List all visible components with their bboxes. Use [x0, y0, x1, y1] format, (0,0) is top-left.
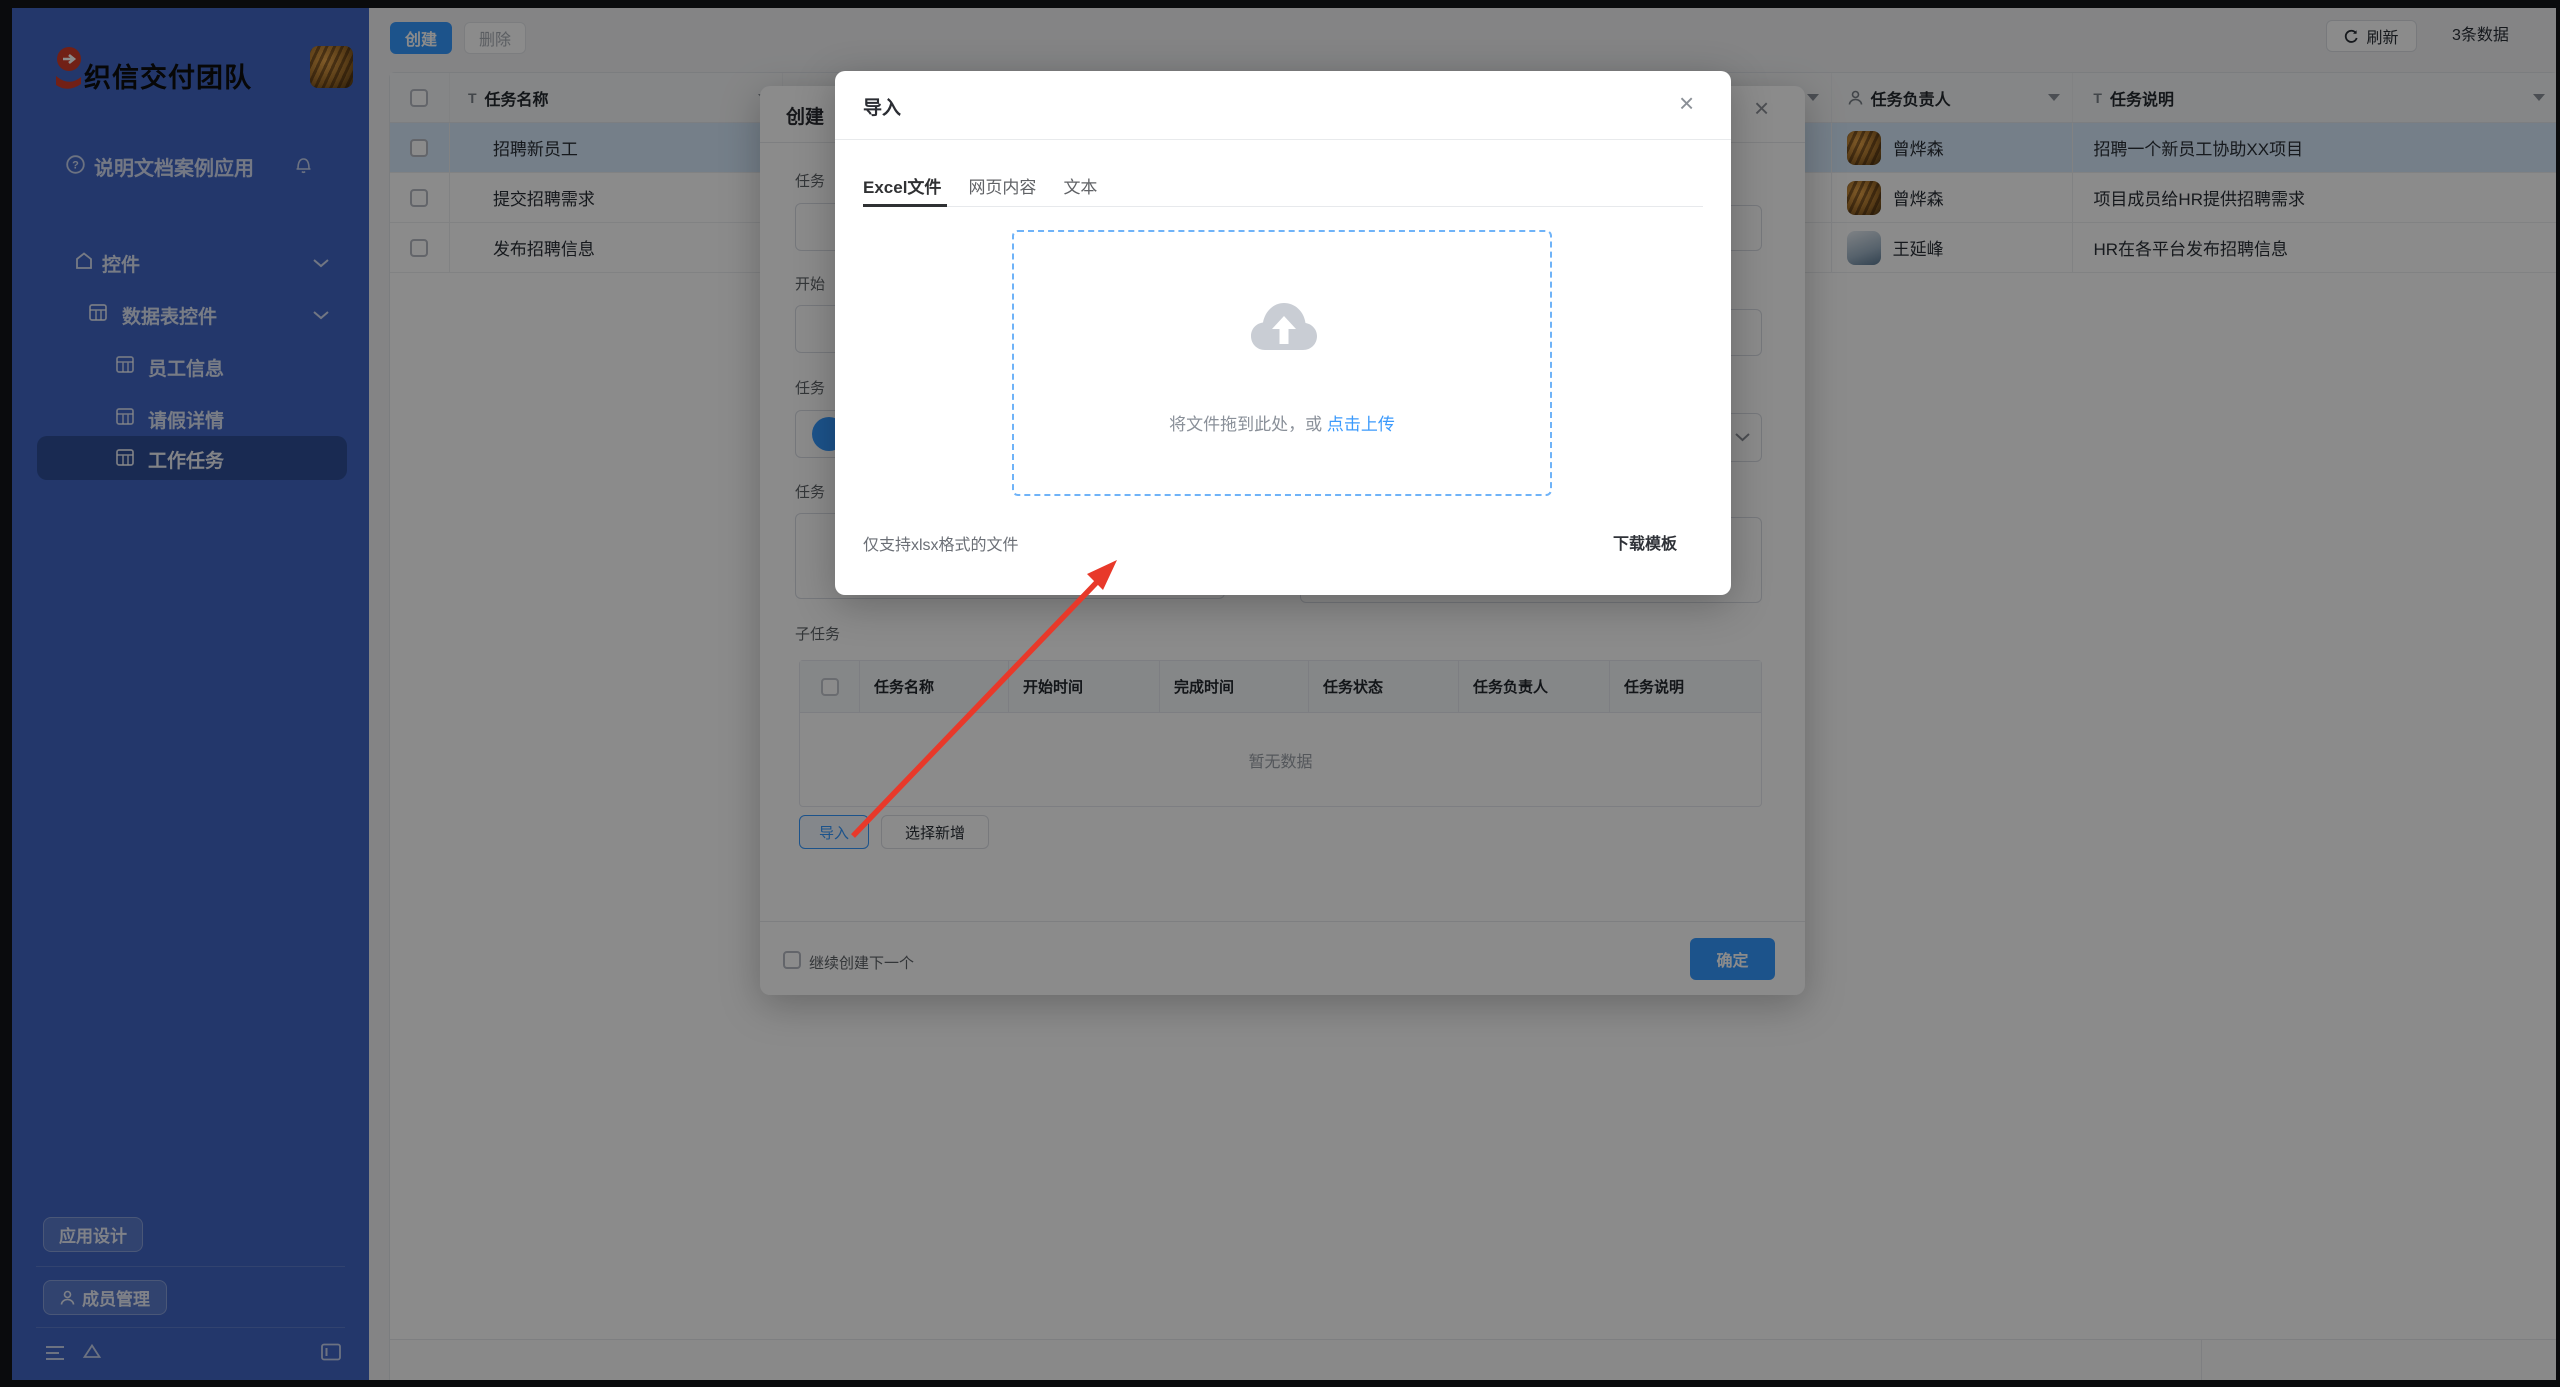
download-template-link[interactable]: 下载模板 — [1613, 530, 1677, 554]
tab-excel-file[interactable]: Excel文件 — [863, 173, 941, 198]
close-icon[interactable]: × — [1679, 93, 1694, 113]
cloud-upload-icon — [1250, 300, 1318, 354]
tab-web-content[interactable]: 网页内容 — [968, 173, 1036, 198]
import-modal-title: 导入 — [863, 93, 901, 120]
modal-header-divider — [835, 139, 1731, 140]
tab-baseline — [863, 206, 1703, 207]
file-dropzone[interactable]: 将文件拖到此处，或 点击上传 — [1012, 230, 1552, 496]
tab-text[interactable]: 文本 — [1063, 173, 1097, 198]
upload-link[interactable]: 点击上传 — [1327, 415, 1395, 434]
active-tab-underline — [863, 204, 947, 207]
import-tabs: Excel文件 网页内容 文本 — [863, 173, 1097, 198]
screenshot-root: 织信交付团队 ? 说明文档案例应用 控件 — [0, 0, 2560, 1387]
import-modal: 导入 × Excel文件 网页内容 文本 将文件拖到此处，或 点击上传 仅支持x… — [835, 71, 1731, 595]
format-hint: 仅支持xlsx格式的文件 — [863, 531, 1019, 555]
dropzone-text: 将文件拖到此处，或 — [1169, 415, 1322, 434]
dropzone-caption: 将文件拖到此处，或 点击上传 — [1014, 410, 1550, 435]
